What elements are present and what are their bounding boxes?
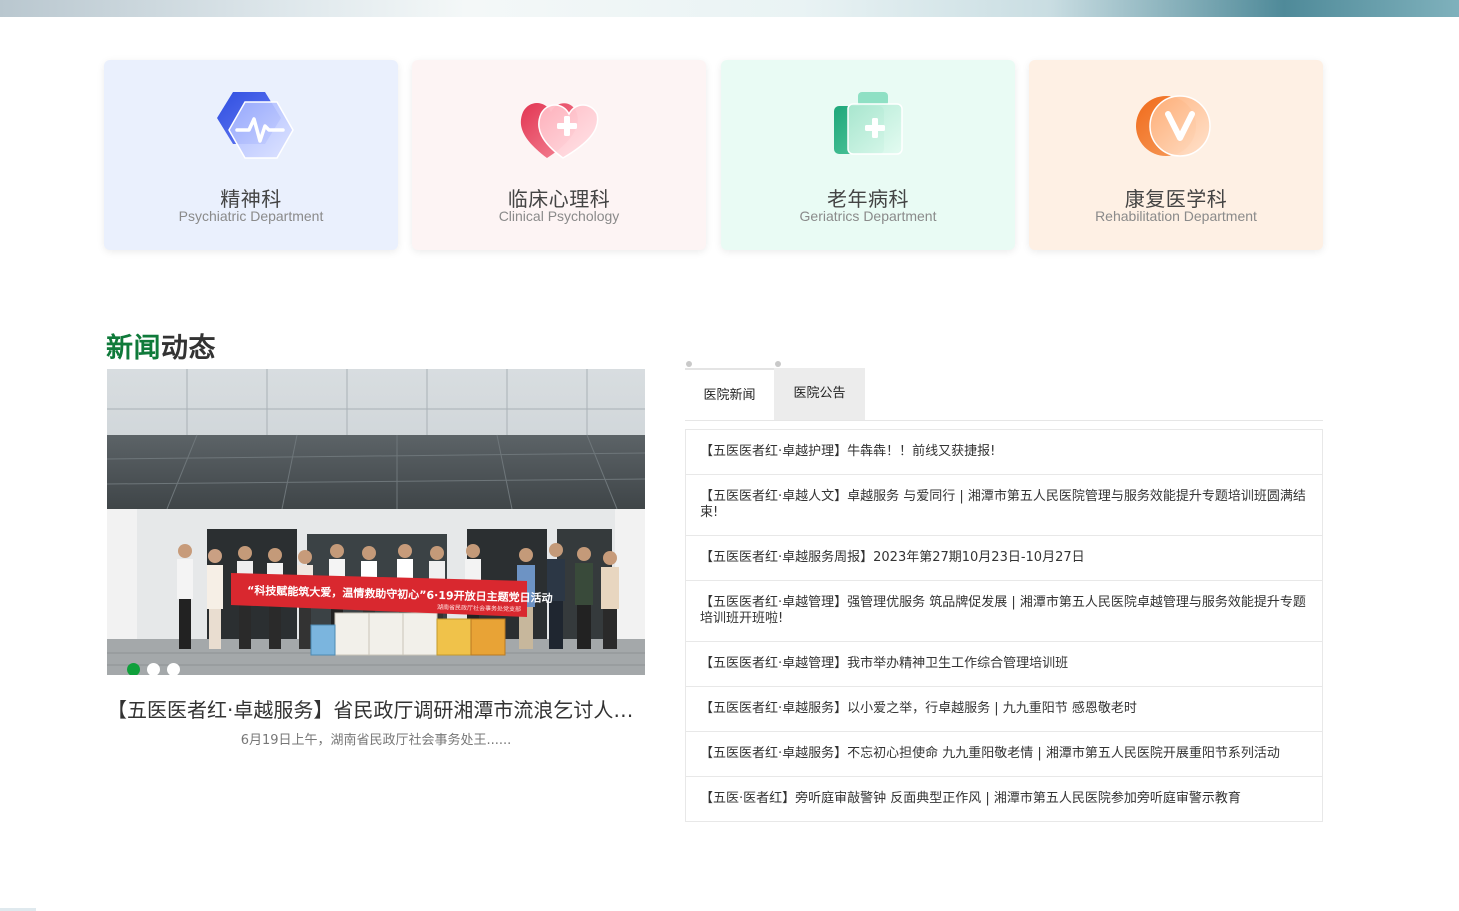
department-card-clinical-psychology[interactable]: 临床心理科 Clinical Psychology [412,60,706,250]
department-name-en: Clinical Psychology [498,208,620,224]
news-list: 【五医医者红·卓越护理】牛犇犇！！前线又获捷报! 【五医医者红·卓越人文】卓越服… [685,429,1323,822]
heartbeat-shield-icon [217,92,294,159]
v-badge-icon [1136,95,1211,157]
news-title-rest: 动态 [161,333,216,364]
news-slider[interactable]: “科技赋能筑大爱，温情救助守初心”6·19开放日主题党日活动 湖南省民政厅社会事… [107,369,645,675]
tab-hospital-announcements[interactable]: 医院公告 [774,368,865,420]
slider-dot-3[interactable] [167,663,180,675]
department-name-en: Psychiatric Department [178,208,324,224]
tab-hospital-news[interactable]: 医院新闻 [685,368,774,420]
news-list-item[interactable]: 【五医医者红·卓越管理】强管理优服务 筑品牌促发展 | 湘潭市第五人民医院卓越管… [686,580,1322,641]
slider-dots [127,661,187,675]
news-list-item[interactable]: 【五医医者红·卓越服务周报】2023年第27期10月23日-10月27日 [686,535,1322,580]
heart-plus-icon [520,103,599,159]
tabs-divider [685,420,1323,421]
slider-dot-1[interactable] [127,663,140,675]
top-banner-strip [0,0,1459,17]
news-list-item[interactable]: 【五医医者红·卓越护理】牛犇犇！！前线又获捷报! [686,429,1322,474]
news-list-item[interactable]: 【五医医者红·卓越服务】不忘初心担使命 九九重阳敬老情 | 湘潭市第五人民医院开… [686,731,1322,776]
news-list-item[interactable]: 【五医医者红·卓越管理】我市举办精神卫生工作综合管理培训班 [686,641,1322,686]
tab-decor-dot [775,361,781,367]
slide-summary: 6月19日上午，湖南省民政厅社会事务处王...... [240,733,512,748]
tab-decor-dot [686,361,692,367]
department-card-rehabilitation[interactable]: 康复医学科 Rehabilitation Department [1029,60,1323,250]
slider-dot-2[interactable] [147,663,160,675]
department-cards: 精神科 Psychiatric Department 临床心理科 Clinica… [104,60,1324,250]
department-name-en: Geriatrics Department [799,208,937,224]
department-card-psychiatric[interactable]: 精神科 Psychiatric Department [104,60,398,250]
news-list-item[interactable]: 【五医医者红·卓越服务】以小爱之举，行卓越服务 | 九九重阳节 感恩敬老时 [686,686,1322,731]
slide-photo[interactable]: “科技赋能筑大爱，温情救助守初心”6·19开放日主题党日活动 湖南省民政厅社会事… [107,369,645,675]
department-name-en: Rehabilitation Department [1095,208,1257,224]
department-card-geriatrics[interactable]: 老年病科 Geriatrics Department [721,60,1015,250]
news-list-item[interactable]: 【五医·医者红】旁听庭审敲警钟 反面典型正作风 | 湘潭市第五人民医院参加旁听庭… [686,776,1322,821]
medical-kit-icon [834,92,903,155]
news-section-title: 新闻动态 [106,326,216,365]
news-list-item[interactable]: 【五医医者红·卓越人文】卓越服务 与爱同行 | 湘潭市第五人民医院管理与服务效能… [686,474,1322,535]
news-title-highlight: 新闻 [106,333,161,364]
slide-caption-link[interactable]: 【五医医者红·卓越服务】省民政厅调研湘潭市流浪乞讨人员救助管理工作 [107,694,645,723]
